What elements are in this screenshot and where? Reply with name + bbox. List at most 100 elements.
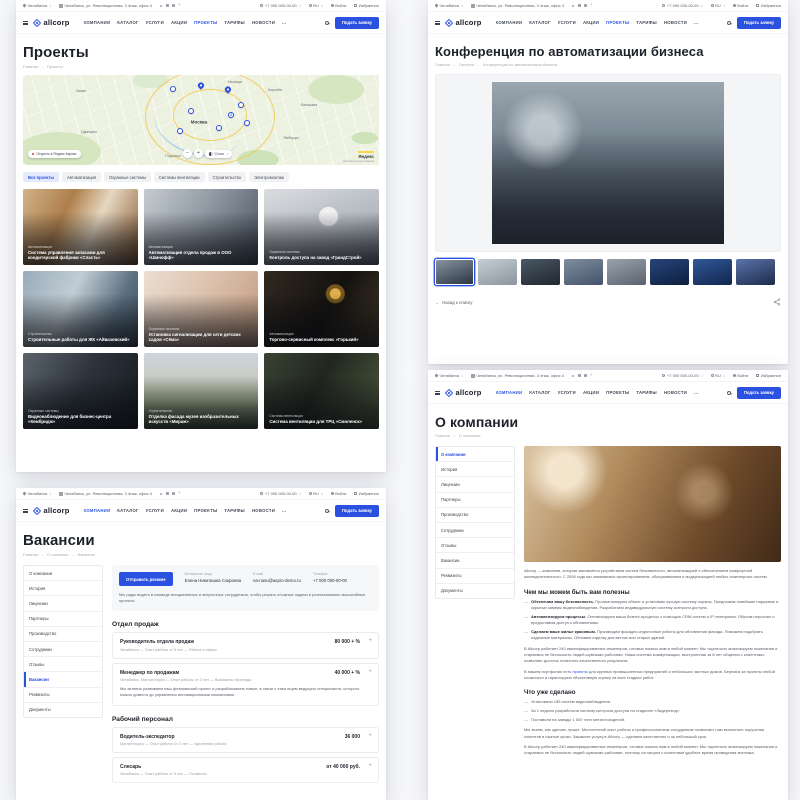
logo[interactable]: allcorp xyxy=(34,18,70,27)
project-card[interactable]: Строительство Отделка фасада музея изобр… xyxy=(144,353,259,429)
nav-item[interactable]: Каталог xyxy=(117,20,138,25)
gallery-thumbnail[interactable] xyxy=(693,259,732,285)
projects-link[interactable]: проекты xyxy=(572,669,587,674)
gallery-thumbnail[interactable] xyxy=(650,259,689,285)
favorites-link[interactable]: Избранное xyxy=(756,3,781,8)
gallery-thumbnail[interactable] xyxy=(564,259,603,285)
login-link[interactable]: Войти xyxy=(331,3,347,8)
breadcrumb-item[interactable]: О компании xyxy=(38,552,69,557)
language-selector[interactable]: RU xyxy=(309,3,323,8)
nav-item[interactable]: Новости xyxy=(252,508,275,513)
expand-icon[interactable] xyxy=(368,638,372,644)
project-card[interactable]: Автоматизация Система управления запасам… xyxy=(23,189,138,265)
filter-chip[interactable]: Строительство xyxy=(208,172,247,182)
login-link[interactable]: Войти xyxy=(331,491,347,496)
more-messengers-icon[interactable]: + xyxy=(590,3,593,8)
favorites-link[interactable]: Избранное xyxy=(354,491,379,496)
nav-item[interactable]: Каталог xyxy=(529,20,550,25)
language-selector[interactable]: RU xyxy=(711,373,725,378)
nav-item[interactable]: Услуги xyxy=(558,390,576,395)
map-project-pin[interactable] xyxy=(177,128,183,134)
side-menu-item[interactable]: О компании xyxy=(24,566,102,581)
project-card[interactable]: Автоматизация Автоматизация отдела прода… xyxy=(144,189,259,265)
menu-burger-icon[interactable] xyxy=(23,21,28,25)
favorites-link[interactable]: Избранное xyxy=(756,373,781,378)
map-layers-button[interactable]: Слои xyxy=(205,150,232,158)
map-project-pin[interactable] xyxy=(244,120,250,126)
whatsapp-icon[interactable] xyxy=(172,4,175,7)
submit-request-button[interactable]: Подать заявку xyxy=(737,387,781,399)
office-address[interactable]: Челябинск, ул. Революционная, 3 этаж, оф… xyxy=(59,491,152,496)
side-menu-item[interactable]: Сотрудники xyxy=(436,523,514,538)
nav-item[interactable]: Новости xyxy=(664,390,687,395)
expand-icon[interactable] xyxy=(368,733,372,739)
map-project-pin[interactable] xyxy=(238,102,244,108)
menu-burger-icon[interactable] xyxy=(435,391,440,395)
nav-item[interactable]: Тарифы xyxy=(636,390,657,395)
office-address[interactable]: Челябинск, ул. Революционная, 3 этаж, оф… xyxy=(59,3,152,8)
viber-icon[interactable] xyxy=(578,374,581,377)
gallery-thumbnail[interactable] xyxy=(435,259,474,285)
phone-dropdown[interactable]: +7 000 000-00-00 xyxy=(260,491,300,496)
nav-item[interactable]: Проекты xyxy=(606,20,629,25)
nav-item[interactable]: Услуги xyxy=(558,20,576,25)
back-to-list-link[interactable]: Назад к списку xyxy=(435,300,472,305)
breadcrumb-item[interactable]: Главная xyxy=(435,62,450,67)
side-menu-item[interactable]: Документы xyxy=(24,703,102,717)
breadcrumb-item[interactable]: О компании xyxy=(450,433,481,438)
gallery-main-photo[interactable] xyxy=(492,82,724,244)
more-messengers-icon[interactable]: + xyxy=(178,491,181,496)
login-link[interactable]: Войти xyxy=(733,3,749,8)
project-card[interactable]: Системы вентиляции Система вентиляции дл… xyxy=(264,353,379,429)
city-selector[interactable]: Челябинск xyxy=(435,373,463,378)
city-selector[interactable]: Челябинск xyxy=(23,3,51,8)
city-selector[interactable]: Челябинск xyxy=(23,491,51,496)
whatsapp-icon[interactable] xyxy=(172,492,175,495)
login-link[interactable]: Войти xyxy=(733,373,749,378)
more-messengers-icon[interactable]: + xyxy=(590,373,593,378)
phone-dropdown[interactable]: +7 000 000-00-00 xyxy=(662,3,702,8)
vacancy-row[interactable]: Водитель-экспедитор36 000Магнитогорск — … xyxy=(112,727,379,753)
side-menu-item[interactable]: Вакансии xyxy=(24,672,102,687)
email-value[interactable]: na-nasu@aspro-demo.ru xyxy=(253,578,301,583)
nav-item[interactable]: Проекты xyxy=(194,508,217,513)
phone-dropdown[interactable]: +7 000 000-00-00 xyxy=(260,3,300,8)
language-selector[interactable]: RU xyxy=(309,491,323,496)
nav-item[interactable]: Каталог xyxy=(117,508,138,513)
side-menu-item[interactable]: Сотрудники xyxy=(24,642,102,657)
filter-chip[interactable]: Электромонтаж xyxy=(249,172,289,182)
nav-item[interactable]: Компании xyxy=(496,390,523,395)
telegram-icon[interactable] xyxy=(160,5,163,7)
city-selector[interactable]: Челябинск xyxy=(435,3,463,8)
side-menu-item[interactable]: Партнеры xyxy=(436,493,514,508)
submit-request-button[interactable]: Подать заявку xyxy=(335,17,379,29)
side-menu-item[interactable]: Отзывы xyxy=(24,657,102,672)
side-menu-item[interactable]: О компании xyxy=(436,447,514,462)
project-card[interactable]: Охранные системы Контроль доступа на зав… xyxy=(264,189,379,265)
expand-icon[interactable] xyxy=(368,669,372,675)
side-menu-item[interactable]: Лицензии xyxy=(24,596,102,611)
map-project-pin[interactable] xyxy=(216,125,222,131)
breadcrumb-item[interactable]: Главная xyxy=(435,433,450,438)
side-menu-item[interactable]: Реквизиты xyxy=(24,688,102,703)
side-menu-item[interactable]: Партнеры xyxy=(24,612,102,627)
whatsapp-icon[interactable] xyxy=(584,374,587,377)
vacancy-row[interactable]: Слесарьот 40 000 руб.Челябинск — Опыт ра… xyxy=(112,757,379,783)
nav-item[interactable]: Акции xyxy=(583,390,599,395)
project-card[interactable]: Строительство Строительные работы для ЖК… xyxy=(23,271,138,347)
nav-item[interactable]: Услуги xyxy=(146,20,164,25)
side-menu-item[interactable]: Вакансии xyxy=(436,553,514,568)
side-menu-item[interactable]: Реквизиты xyxy=(436,569,514,584)
favorites-link[interactable]: Избранное xyxy=(354,3,379,8)
nav-item[interactable]: Новости xyxy=(664,20,687,25)
nav-item[interactable]: ... xyxy=(282,508,286,513)
nav-item[interactable]: Компании xyxy=(84,508,111,513)
project-card[interactable]: Автоматизация Торгово-сервисный комплекс… xyxy=(264,271,379,347)
nav-item[interactable]: Проекты xyxy=(606,390,629,395)
map-zoom-in-button[interactable]: + xyxy=(194,149,203,158)
filter-chip[interactable]: Все проекты xyxy=(23,172,59,182)
search-icon[interactable] xyxy=(727,21,731,25)
office-address[interactable]: Челябинск, ул. Революционная, 3 этаж, оф… xyxy=(471,3,564,8)
more-messengers-icon[interactable]: + xyxy=(178,3,181,8)
project-card[interactable]: Охранные системы Видеонаблюдение для биз… xyxy=(23,353,138,429)
